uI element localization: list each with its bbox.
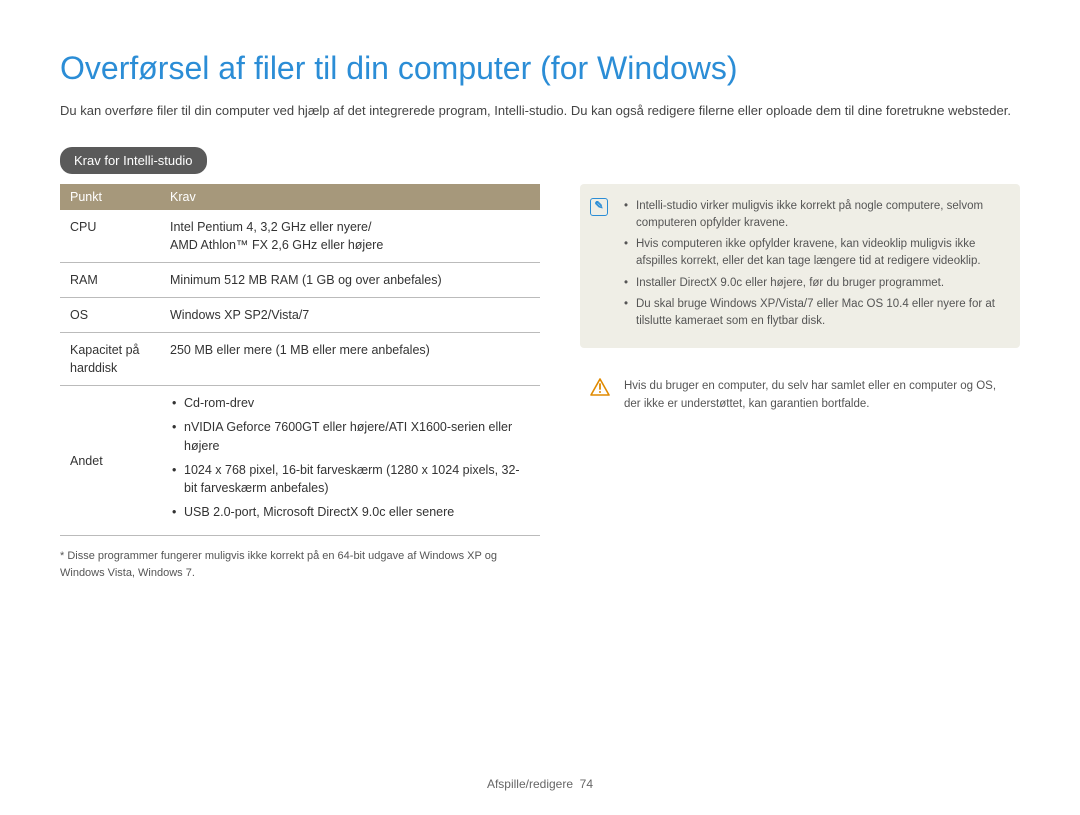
- list-item: Cd-rom-drev: [170, 394, 530, 412]
- notes-column: ✎ Intelli-studio virker muligvis ikke ko…: [580, 184, 1020, 415]
- list-item: USB 2.0-port, Microsoft DirectX 9.0c ell…: [170, 503, 530, 521]
- page-footer: Afspille/redigere 74: [0, 777, 1080, 791]
- info-note-box: ✎ Intelli-studio virker muligvis ikke ko…: [580, 184, 1020, 349]
- cell-label: OS: [60, 297, 160, 332]
- info-note-item: Intelli-studio virker muligvis ikke korr…: [624, 198, 1004, 233]
- section-heading-pill: Krav for Intelli-studio: [60, 147, 207, 174]
- warning-icon: [590, 378, 610, 396]
- table-row: Andet Cd-rom-drev nVIDIA Geforce 7600GT …: [60, 386, 540, 536]
- table-row: RAM Minimum 512 MB RAM (1 GB og over anb…: [60, 262, 540, 297]
- info-note-item: Installer DirectX 9.0c eller højere, før…: [624, 275, 1004, 292]
- cell-label: Andet: [60, 386, 160, 536]
- cell-value: Cd-rom-drev nVIDIA Geforce 7600GT eller …: [160, 386, 540, 536]
- cell-label: CPU: [60, 210, 160, 263]
- table-header-punkt: Punkt: [60, 184, 160, 210]
- table-row: Kapacitet på harddisk 250 MB eller mere …: [60, 333, 540, 386]
- warning-box: Hvis du bruger en computer, du selv har …: [580, 376, 1020, 415]
- cell-label: Kapacitet på harddisk: [60, 333, 160, 386]
- intro-text: Du kan overføre filer til din computer v…: [60, 101, 1020, 121]
- footer-section: Afspille/redigere: [487, 777, 573, 791]
- list-item: 1024 x 768 pixel, 16-bit farveskærm (128…: [170, 461, 530, 497]
- table-row: OS Windows XP SP2/Vista/7: [60, 297, 540, 332]
- info-note-item: Hvis computeren ikke opfylder kravene, k…: [624, 236, 1004, 271]
- footer-page-number: 74: [580, 777, 593, 791]
- info-note-item: Du skal bruge Windows XP/Vista/7 eller M…: [624, 296, 1004, 331]
- info-icon: ✎: [590, 198, 608, 216]
- cell-label: RAM: [60, 262, 160, 297]
- table-row: CPU Intel Pentium 4, 3,2 GHz eller nyere…: [60, 210, 540, 263]
- requirements-table: Punkt Krav CPU Intel Pentium 4, 3,2 GHz …: [60, 184, 540, 537]
- warning-text: Hvis du bruger en computer, du selv har …: [624, 378, 1004, 413]
- requirements-column: Punkt Krav CPU Intel Pentium 4, 3,2 GHz …: [60, 184, 540, 582]
- table-header-krav: Krav: [160, 184, 540, 210]
- page-title: Overførsel af filer til din computer (fo…: [60, 50, 1020, 87]
- cell-value: Intel Pentium 4, 3,2 GHz eller nyere/ AM…: [160, 210, 540, 263]
- cell-value: Windows XP SP2/Vista/7: [160, 297, 540, 332]
- cell-value: Minimum 512 MB RAM (1 GB og over anbefal…: [160, 262, 540, 297]
- cell-value: 250 MB eller mere (1 MB eller mere anbef…: [160, 333, 540, 386]
- footnote: * Disse programmer fungerer muligvis ikk…: [60, 548, 540, 581]
- list-item: nVIDIA Geforce 7600GT eller højere/ATI X…: [170, 418, 530, 454]
